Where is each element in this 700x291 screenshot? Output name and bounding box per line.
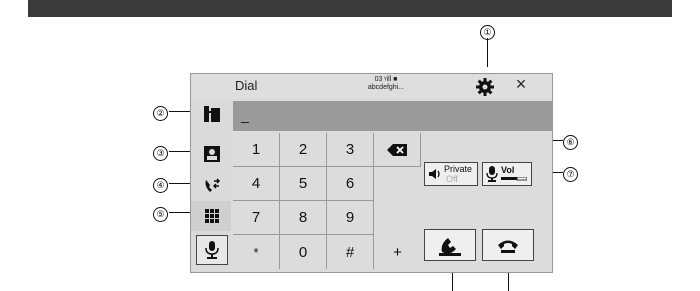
key-8[interactable]: 8 (280, 201, 327, 235)
favorites-button[interactable] (191, 99, 231, 129)
callout-2: ② (153, 104, 168, 121)
number-display: _ (233, 101, 552, 131)
volume-label: Vol (501, 165, 515, 175)
close-icon[interactable]: × (510, 74, 532, 95)
phone-status: 03 ᵞill ■ abcdefghi... (341, 76, 431, 92)
callout-3: ③ (153, 144, 168, 161)
phone-device-name: abcdefghi... (367, 84, 405, 91)
key-5[interactable]: 5 (280, 167, 327, 201)
key-plus[interactable]: + (374, 235, 421, 269)
callout-4: ④ (153, 176, 168, 193)
dialpad-button[interactable] (191, 201, 231, 231)
voice-recognition-button[interactable] (196, 235, 228, 265)
key-0[interactable]: 0 (280, 235, 327, 269)
callout-1-line (487, 38, 488, 67)
contacts-button[interactable] (191, 139, 231, 169)
callout-7: ⑦ (563, 165, 578, 182)
make-call-icon (439, 238, 461, 256)
end-call-icon (498, 240, 518, 253)
key-2[interactable]: 2 (280, 133, 327, 167)
callout-5: ⑤ (153, 205, 168, 222)
end-call-button[interactable] (482, 229, 534, 261)
volume-level-bar (501, 177, 527, 181)
settings-gear-icon[interactable] (474, 76, 496, 98)
key-6[interactable]: 6 (327, 167, 374, 201)
make-call-button[interactable] (424, 229, 476, 261)
screen-title: Dial (235, 78, 258, 93)
number-input[interactable]: _ (241, 107, 249, 123)
contacts-icon (204, 146, 220, 162)
call-history-button[interactable] (191, 171, 231, 201)
key-7[interactable]: 7 (233, 201, 280, 235)
favorites-icon (204, 106, 220, 122)
key-9[interactable]: 9 (327, 201, 374, 235)
callout-6: ⑥ (563, 133, 578, 150)
top-bar (28, 0, 672, 17)
private-mode-icon (429, 169, 440, 179)
phone-signal-battery: 03 ᵞill ■ (374, 76, 398, 83)
side-menu (191, 99, 231, 272)
key-3[interactable]: 3 (327, 133, 374, 167)
key-star[interactable]: * (233, 235, 280, 269)
private-mode-button[interactable]: Private Off (424, 162, 478, 186)
call-history-icon (205, 178, 221, 192)
dialpad-icon (205, 209, 219, 223)
backspace-key[interactable] (374, 133, 421, 167)
key-4[interactable]: 4 (233, 167, 280, 201)
mic-volume-icon (486, 166, 498, 182)
backspace-icon (387, 143, 407, 156)
key-hash[interactable]: # (327, 235, 374, 269)
mic-volume-button[interactable]: Vol (482, 162, 532, 186)
header-bar: Dial 03 ᵞill ■ abcdefghi... × (191, 74, 552, 99)
keypad: 1 2 3 4 5 6 7 8 9 * 0 # + (233, 133, 421, 270)
microphone-icon (205, 241, 219, 259)
private-state: Off (446, 174, 458, 184)
private-label: Private (444, 164, 473, 174)
key-1[interactable]: 1 (233, 133, 280, 167)
dial-screen: Dial 03 ᵞill ■ abcdefghi... × _ 1 2 3 4 … (190, 73, 553, 273)
